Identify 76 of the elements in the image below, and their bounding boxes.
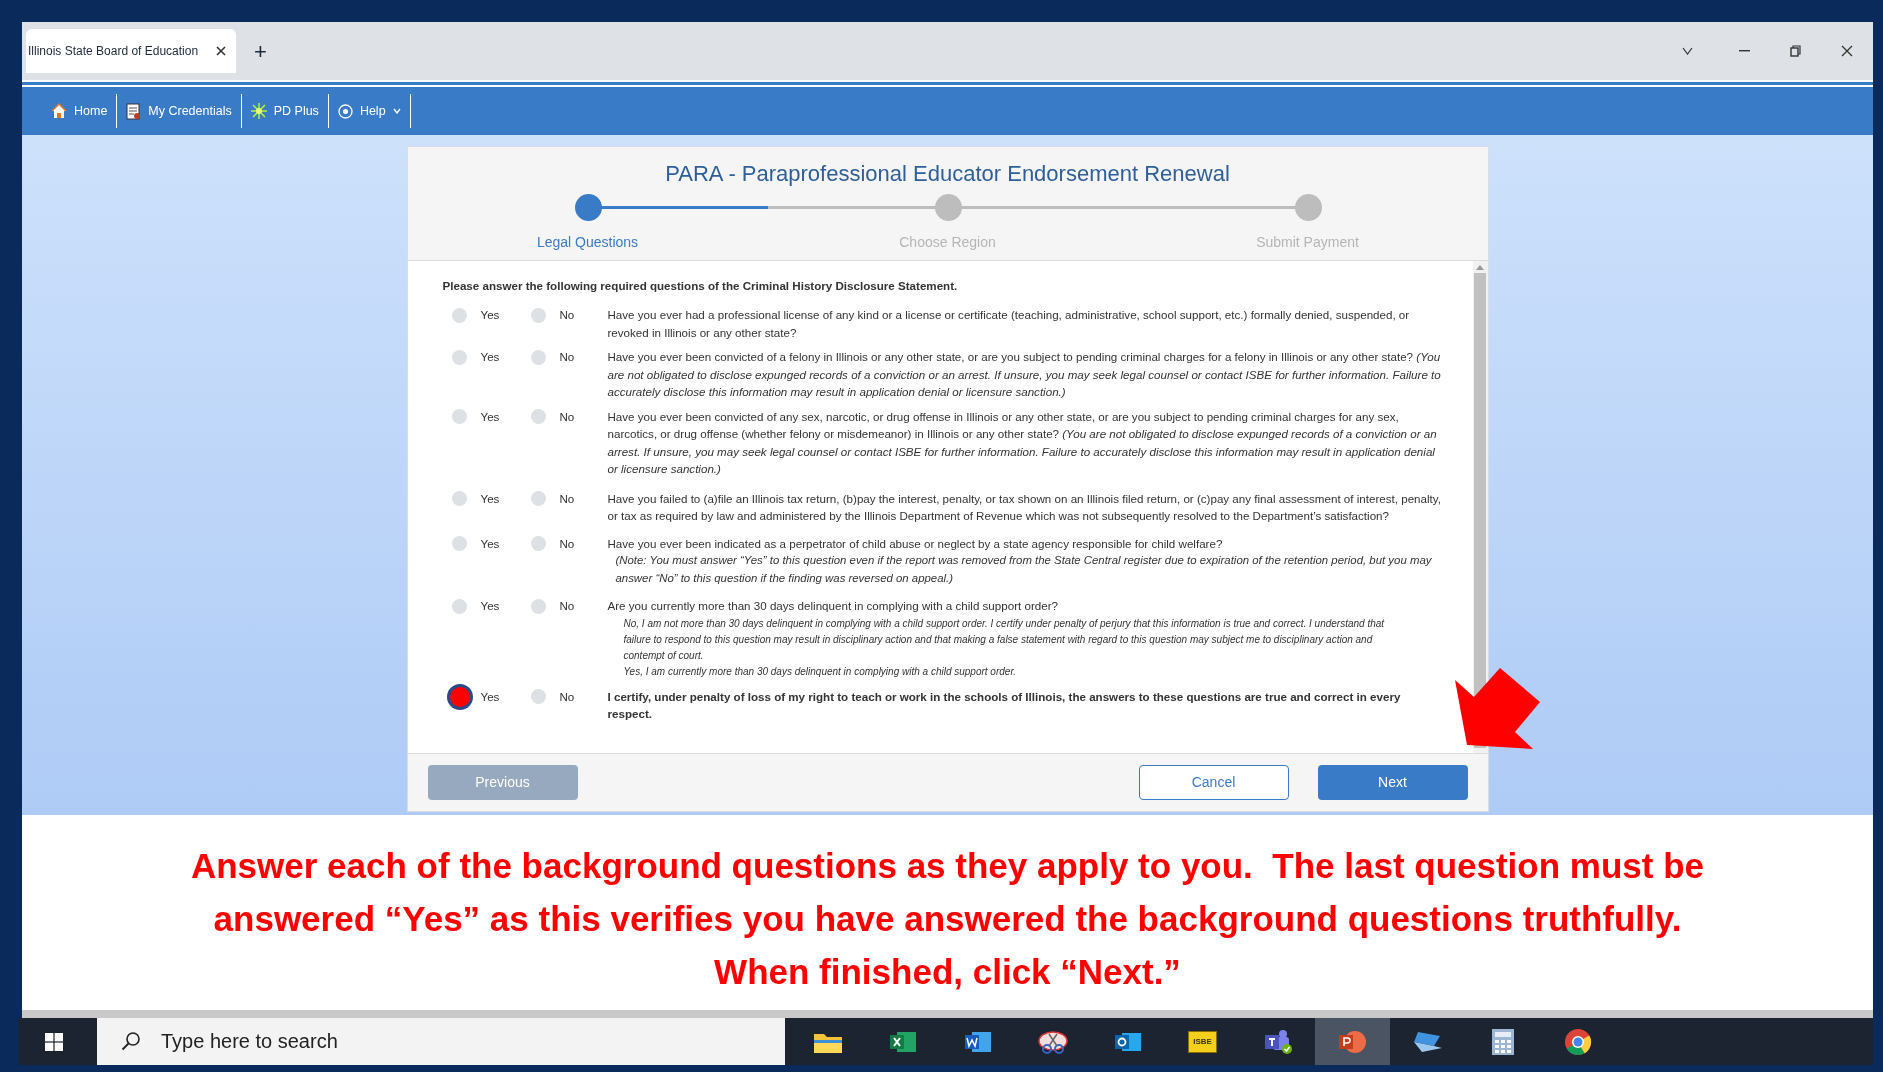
- radio-label[interactable]: No: [559, 489, 575, 508]
- new-tab-button[interactable]: +: [246, 34, 275, 68]
- radio-button[interactable]: [452, 536, 467, 552]
- calculator-icon: [1490, 1027, 1515, 1056]
- radio-label[interactable]: Yes: [480, 348, 500, 366]
- search-icon: [121, 1031, 141, 1051]
- radio-button[interactable]: [531, 409, 546, 425]
- scissors-icon: [1036, 1028, 1069, 1055]
- radio-button[interactable]: [531, 598, 546, 614]
- radio-label[interactable]: Yes: [480, 306, 500, 324]
- radio-label[interactable]: No: [559, 407, 575, 426]
- radio-button[interactable]: [531, 689, 546, 705]
- question-text: Have you ever had a professional license of any kind or a license or certificate (teaching, administrative, school support, etc.) formally denied, suspended, or revoked in Illinois or any other state?: [607, 307, 1411, 341]
- option-text: No, I am not more than 30 days delinquent in complying with a child support order. I certify under penalty of perjury that this information is true and correct. I understand that failure to respond to this question may result in disciplinary action and that making a false statement with regard to this question may subject me to disciplinary action and contempt of court.: [623, 616, 1386, 663]
- restore-icon[interactable]: [1790, 45, 1801, 57]
- chat-app-icon: [1262, 1028, 1293, 1055]
- browser-app-icon: [1563, 1027, 1592, 1056]
- question-note: (Note: You must answer “Yes” to this question even if the report was removed from the State Central register due to expiration of the retention period, but you may answer “No” to this question if the finding was reversed on appeal.): [614, 553, 1433, 586]
- nav-link[interactable]: Home: [42, 94, 118, 128]
- radio-button[interactable]: [452, 409, 467, 425]
- option-text: Yes, I am currently more than 30 days delinquent in complying with a child support order.: [623, 664, 1018, 679]
- radio-label[interactable]: No: [559, 534, 575, 553]
- scroll-up-icon[interactable]: [1476, 265, 1484, 270]
- close-icon[interactable]: [1841, 45, 1853, 57]
- certification-text: I certify, under penalty of loss of my right to teach or work in the schools of Illinois, the answers to these questions are true and correct in every respect.: [607, 688, 1402, 723]
- nav-link[interactable]: PD Plus: [241, 94, 329, 128]
- sparkle-icon: [250, 103, 267, 119]
- caret-icon: [392, 108, 401, 114]
- question-text: Have you ever been indicated as a perpetrator of child abuse or neglect by a state agency responsible for child welfare?: [607, 535, 1224, 552]
- windows-start-icon[interactable]: [45, 1032, 63, 1051]
- taskbar-search-field[interactable]: Type here to search: [97, 1018, 785, 1065]
- instruction-text: Answer each of the background questions as they apply to you. The last question must be: [190, 845, 1704, 887]
- radio-button[interactable]: [531, 491, 546, 507]
- radio-label[interactable]: No: [559, 348, 575, 366]
- nav-link[interactable]: My Credentials: [117, 94, 242, 128]
- radio-button[interactable]: [531, 536, 546, 552]
- form-title: PARA - Paraprofessional Educator Endorsement Renewal: [665, 160, 1230, 188]
- document-icon: [126, 102, 142, 120]
- radio-button[interactable]: [446, 683, 473, 710]
- radio-button[interactable]: [452, 307, 467, 323]
- presentation-app-icon: [1337, 1029, 1368, 1054]
- tab-title: Illinois State Board of Education: [28, 43, 200, 60]
- radio-button[interactable]: [452, 349, 467, 365]
- minimize-icon[interactable]: [1739, 50, 1750, 52]
- spreadsheet-app-icon: [888, 1029, 917, 1054]
- question-text: Have you ever been convicted of a felony in Illinois or any other state, or are you subject to pending criminal charges for a felony in Illinois or any other state? (You are not obligated to disclose expunged records of a conviction or an arrest. If unsure, you may seek legal counsel or contact ISBE for further information. Failure to accurately disclose this information may result in application denial or licensure sanction.): [607, 349, 1442, 401]
- radio-label[interactable]: No: [559, 306, 575, 324]
- close-icon[interactable]: [216, 46, 226, 56]
- cancel-button[interactable]: Cancel: [1138, 765, 1289, 800]
- radio-label[interactable]: Yes: [480, 407, 500, 426]
- house-icon: [51, 103, 67, 119]
- intro-text: Please answer the following required questions of the Criminal History Disclosure Statement.: [442, 278, 959, 294]
- instruction-text: When finished, click “Next.”: [714, 951, 1181, 993]
- question-text: Have you failed to (a)file an Illinois tax return, (b)pay the interest, penalty, or tax shown on an Illinois filed return, or (c)pay any final assessment of interest, penalty, or tax as required by law and administered by the Illinois Department of Revenue which was not subsequently resolved to the Department’s satisfaction?: [607, 490, 1442, 525]
- question-text: Are you currently more than 30 days delinquent in complying with a child support order?: [607, 598, 1059, 615]
- instruction-text: answered “Yes” as this verifies you have answered the background questions truthfully.: [213, 898, 1682, 940]
- radio-button[interactable]: [452, 491, 467, 507]
- radio-label[interactable]: No: [559, 597, 575, 615]
- browser-tab[interactable]: Illinois State Board of Education: [26, 29, 236, 73]
- document-app-icon: [963, 1029, 992, 1054]
- nav-link[interactable]: Help: [328, 94, 411, 128]
- taskbar-button[interactable]: ISBE: [1165, 1018, 1240, 1065]
- radio-button[interactable]: [531, 307, 546, 323]
- step-label[interactable]: Legal Questions: [536, 232, 639, 253]
- radio-label[interactable]: Yes: [480, 489, 500, 508]
- radio-label[interactable]: Yes: [480, 688, 500, 706]
- radio-label[interactable]: Yes: [480, 597, 500, 615]
- chevron-down-icon[interactable]: [1682, 47, 1693, 55]
- radio-label[interactable]: Yes: [480, 534, 500, 553]
- question-text: Have you ever been convicted of any sex, narcotic, or drug offense in Illinois or any other state, or are you subject to pending criminal charges for any sex, narcotics, or drug offense (whether felony or misdemeanor) in Illinois or any other state? (You are not obligated to disclose expunged records of a conviction or an arrest. If unsure, you may seek legal counsel or contact ISBE for further information. Failure to accurately disclose this information may result in application denial or licensure sanction.): [607, 408, 1438, 478]
- app-label: ISBE: [1188, 1030, 1217, 1053]
- radio-label[interactable]: No: [559, 688, 575, 706]
- help-icon: [337, 103, 353, 119]
- radio-button[interactable]: [452, 598, 467, 614]
- next-button[interactable]: Next: [1317, 765, 1468, 800]
- radio-button[interactable]: [531, 349, 546, 365]
